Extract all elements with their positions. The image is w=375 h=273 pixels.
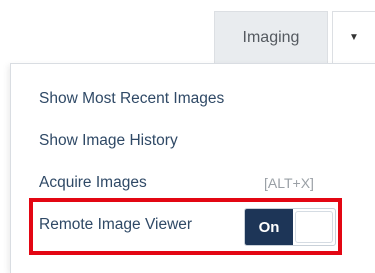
menu-item-show-image-history[interactable]: Show Image History — [39, 132, 178, 150]
caret-down-icon: ▼ — [349, 32, 359, 43]
highlight-box — [29, 198, 342, 255]
acquire-images-shortcut: [ALT+X] — [264, 175, 314, 191]
imaging-dropdown-button[interactable]: ▼ — [332, 11, 375, 63]
imaging-tab-label: Imaging — [242, 28, 300, 46]
imaging-tab[interactable]: Imaging — [214, 11, 328, 63]
menu-item-acquire-images[interactable]: Acquire Images — [39, 174, 147, 192]
menu-item-show-most-recent-images[interactable]: Show Most Recent Images — [39, 90, 224, 108]
